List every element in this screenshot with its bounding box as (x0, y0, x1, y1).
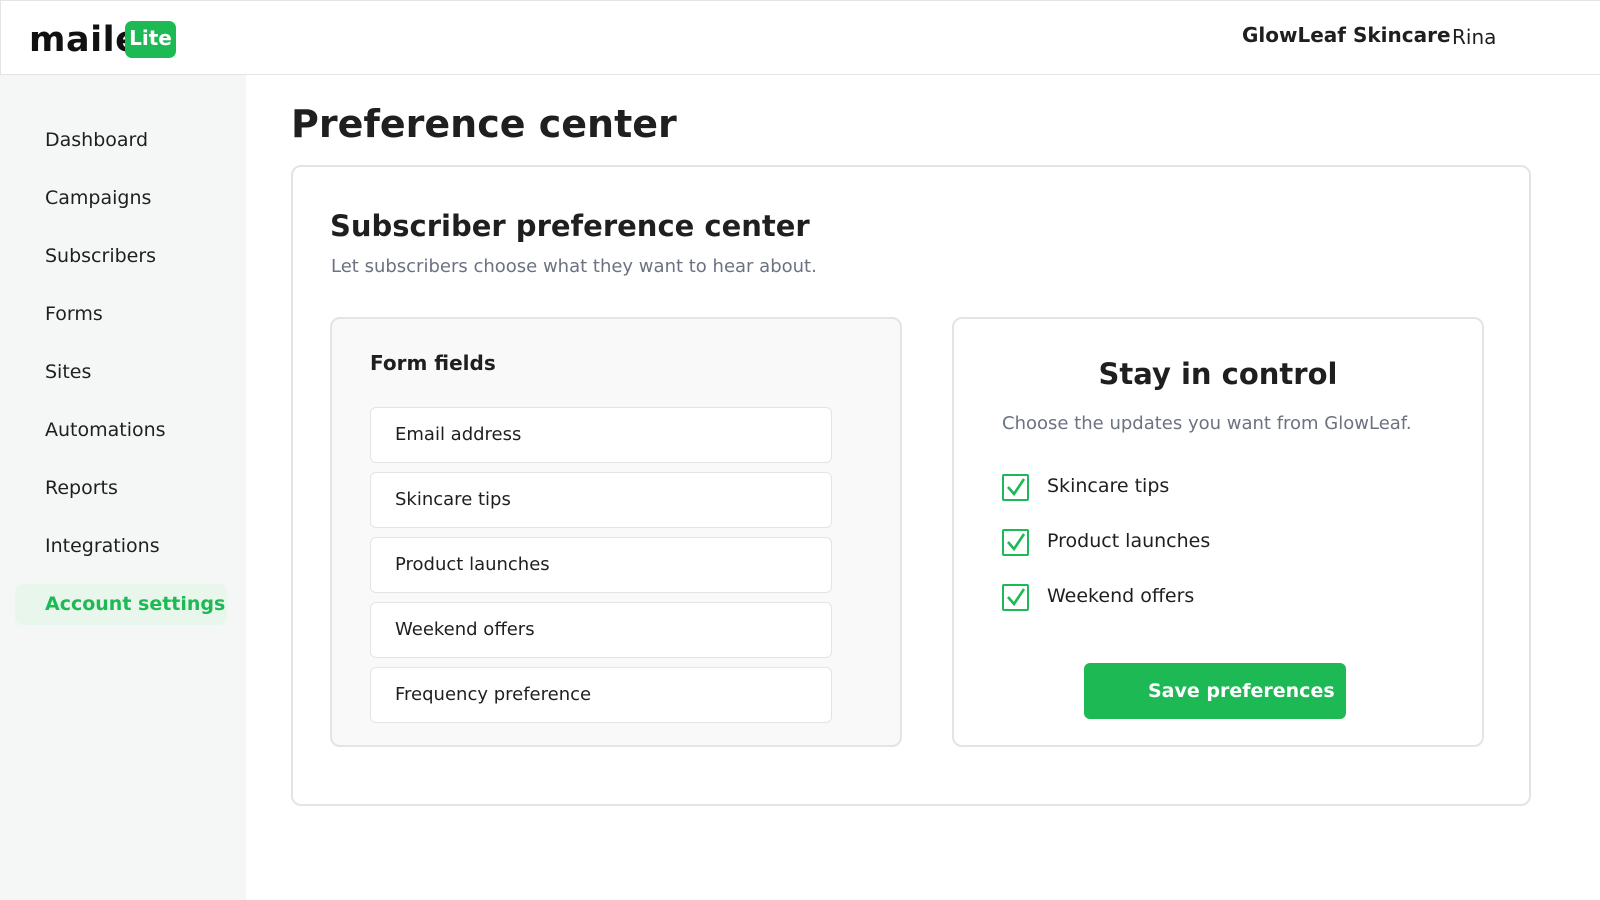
page-title: Preference center (291, 102, 677, 146)
card-title: Subscriber preference center (330, 209, 810, 243)
sidebar-item-automations[interactable]: Automations (15, 410, 227, 451)
company-name[interactable]: GlowLeaf Skincare (1242, 23, 1451, 47)
card-subtitle: Let subscribers choose what they want to… (331, 256, 817, 277)
top-bar: maile Lite GlowLeaf Skincare Rina (0, 0, 1600, 75)
form-field-frequency-preference[interactable]: Frequency preference (370, 667, 832, 723)
sidebar-item-sites[interactable]: Sites (15, 352, 227, 393)
form-field-weekend-offers[interactable]: Weekend offers (370, 602, 832, 658)
brand-badge: Lite (125, 21, 176, 58)
sidebar-item-dashboard[interactable]: Dashboard (15, 120, 227, 161)
sidebar: Dashboard Campaigns Subscribers Forms Si… (0, 75, 246, 900)
sidebar-item-campaigns[interactable]: Campaigns (15, 178, 227, 219)
form-field-skincare-tips[interactable]: Skincare tips (370, 472, 832, 528)
option-label: Product launches (1047, 530, 1211, 552)
save-preferences-button[interactable]: Save preferences (1084, 663, 1346, 719)
form-fields-panel: Form fields Email address Skincare tips … (330, 317, 902, 747)
preference-preview-panel: Stay in control Choose the updates you w… (952, 317, 1484, 747)
brand-wordmark: maile (29, 20, 140, 60)
user-name[interactable]: Rina (1452, 25, 1496, 49)
preview-subtitle: Choose the updates you want from GlowLea… (1002, 413, 1412, 434)
sidebar-item-forms[interactable]: Forms (15, 294, 227, 335)
preview-title: Stay in control (1098, 357, 1338, 391)
sidebar-item-subscribers[interactable]: Subscribers (15, 236, 227, 277)
option-label: Skincare tips (1047, 475, 1170, 497)
form-field-email-address[interactable]: Email address (370, 407, 832, 463)
checkbox-checked-icon[interactable] (1002, 529, 1029, 556)
checkbox-checked-icon[interactable] (1002, 584, 1029, 611)
sidebar-item-account-settings[interactable]: Account settings (15, 584, 227, 625)
preference-center-card: Subscriber preference center Let subscri… (291, 165, 1531, 806)
sidebar-item-integrations[interactable]: Integrations (15, 526, 227, 567)
checkbox-checked-icon[interactable] (1002, 474, 1029, 501)
sidebar-item-reports[interactable]: Reports (15, 468, 227, 509)
brand-logo[interactable]: maile Lite (29, 19, 176, 61)
form-field-product-launches[interactable]: Product launches (370, 537, 832, 593)
option-label: Weekend offers (1047, 585, 1195, 607)
form-fields-title: Form fields (370, 351, 496, 375)
